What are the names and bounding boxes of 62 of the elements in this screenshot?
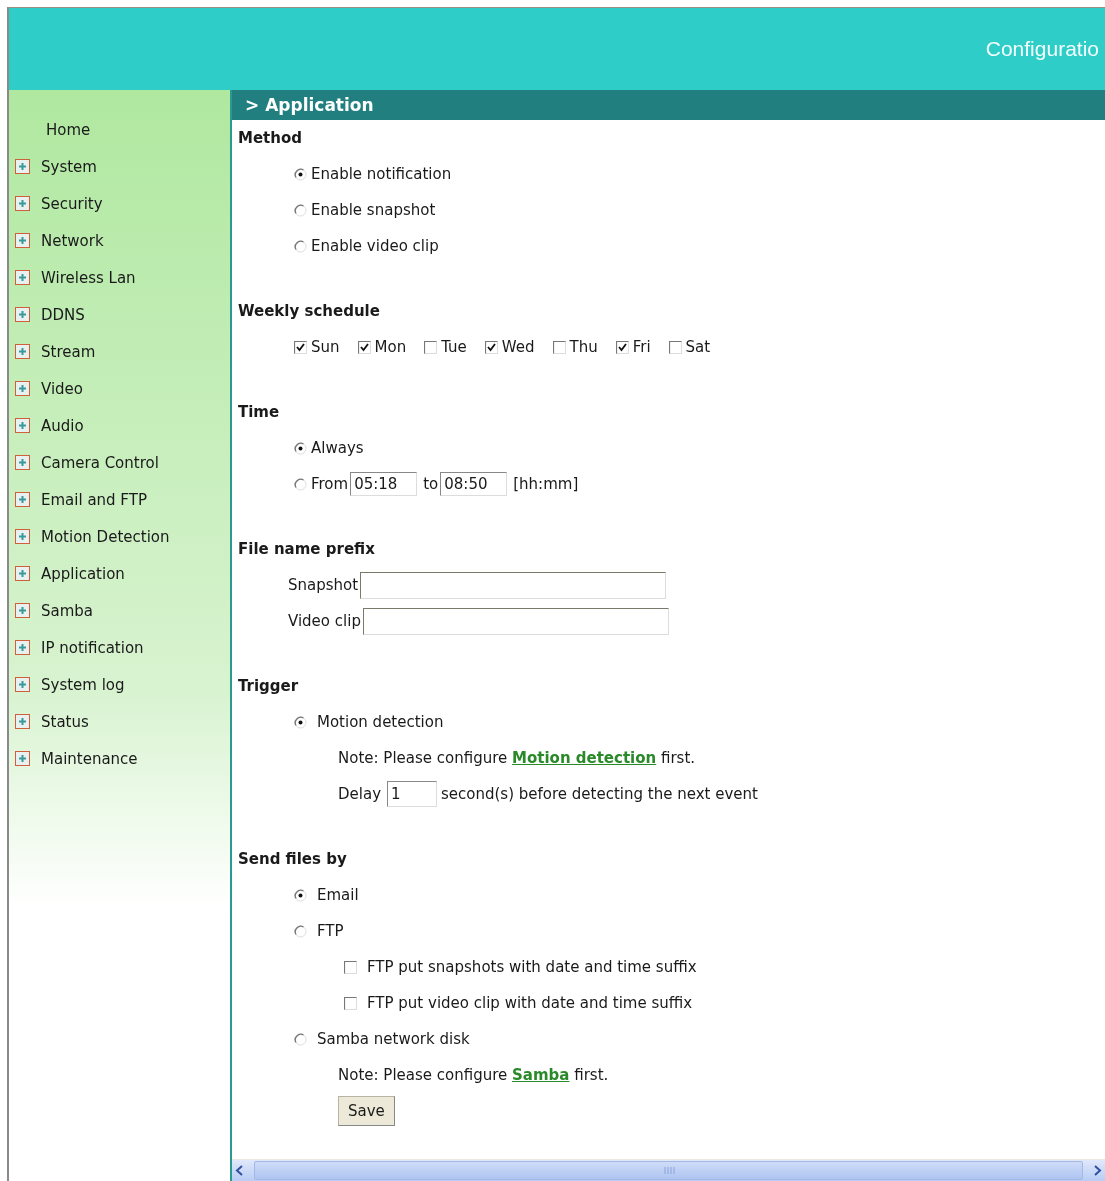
text-field[interactable] <box>360 571 667 599</box>
sidebar-item[interactable]: Video <box>9 370 230 407</box>
format-hint: [hh:mm] <box>513 475 579 493</box>
sidebar-item[interactable]: Network <box>9 222 230 259</box>
section-heading: Weekly schedule <box>238 301 381 322</box>
day-checkbox[interactable]: Sun <box>294 338 340 356</box>
section-heading: Send files by <box>238 849 348 870</box>
sidebar-item[interactable]: Application <box>9 555 230 592</box>
sidebar-item[interactable]: DDNS <box>9 296 230 333</box>
sidebar-item[interactable]: Samba <box>9 592 230 629</box>
note-text: Note: Please configure Samba first. <box>338 1066 609 1084</box>
radio-option[interactable]: Enable snapshot <box>294 201 436 219</box>
sidebar-item[interactable]: Maintenance <box>9 740 230 777</box>
day-checkbox[interactable]: Sat <box>668 338 711 356</box>
radio-option[interactable]: Samba network disk <box>294 1030 470 1048</box>
label-text: second(s) before detecting the next event <box>441 785 758 803</box>
section-heading: Time <box>238 402 281 423</box>
sidebar-item[interactable]: Home <box>9 111 230 148</box>
link[interactable]: Motion detection <box>512 749 657 767</box>
grip-icon <box>662 1166 675 1175</box>
save-button[interactable]: Save <box>338 1096 395 1126</box>
delay-field[interactable]: 1 <box>387 781 437 807</box>
section-heading: Trigger <box>238 676 300 697</box>
radio-option[interactable]: Motion detection <box>294 713 444 731</box>
checkbox-option[interactable]: FTP put video clip with date and time suffix <box>344 994 693 1012</box>
day-checkbox[interactable]: Mon <box>357 338 407 356</box>
header-title: Configuratio <box>985 37 1099 61</box>
scrollbar-thumb[interactable] <box>254 1161 1083 1180</box>
sidebar-item[interactable]: Stream <box>9 333 230 370</box>
sidebar-item[interactable]: Motion Detection <box>9 518 230 555</box>
label-text: to <box>423 475 439 493</box>
radio-option[interactable]: Email <box>294 886 359 904</box>
day-checkbox[interactable]: Wed <box>484 338 535 356</box>
time-field[interactable]: 08:50 <box>440 472 508 496</box>
sidebar-item[interactable]: Audio <box>9 407 230 444</box>
radio-option[interactable]: Always <box>294 439 364 457</box>
radio-option[interactable]: From <box>294 475 349 493</box>
sidebar-item[interactable]: Camera Control <box>9 444 230 481</box>
page-title: > Application <box>232 90 1105 120</box>
radio-option[interactable]: FTP <box>294 922 344 940</box>
section-heading: File name prefix <box>238 539 376 560</box>
field-label: Snapshot <box>288 576 359 594</box>
sidebar-item[interactable]: Status <box>9 703 230 740</box>
sidebar-item[interactable]: Wireless Lan <box>9 259 230 296</box>
text-field[interactable] <box>362 607 669 635</box>
link[interactable]: Samba <box>512 1066 570 1084</box>
radio-option[interactable]: Enable notification <box>294 165 452 183</box>
section-heading: Method <box>238 128 303 149</box>
field-label: Delay <box>338 785 381 803</box>
day-checkbox[interactable]: Thu <box>552 338 598 356</box>
note-text: Note: Please configure Motion detection first. <box>338 749 696 767</box>
checkbox-option[interactable]: FTP put snapshots with date and time suffix <box>344 958 697 976</box>
day-checkbox[interactable]: Fri <box>615 338 651 356</box>
sidebar-item[interactable]: Email and FTP <box>9 481 230 518</box>
sidebar-item[interactable]: System log <box>9 666 230 703</box>
sidebar-item[interactable]: IP notification <box>9 629 230 666</box>
radio-option[interactable]: Enable video clip <box>294 237 439 255</box>
time-field[interactable]: 05:18 <box>350 472 418 496</box>
sidebar-item[interactable]: Security <box>9 185 230 222</box>
sidebar-item[interactable]: System <box>9 148 230 185</box>
field-label: Video clip <box>288 612 361 630</box>
day-checkbox[interactable]: Tue <box>424 338 467 356</box>
